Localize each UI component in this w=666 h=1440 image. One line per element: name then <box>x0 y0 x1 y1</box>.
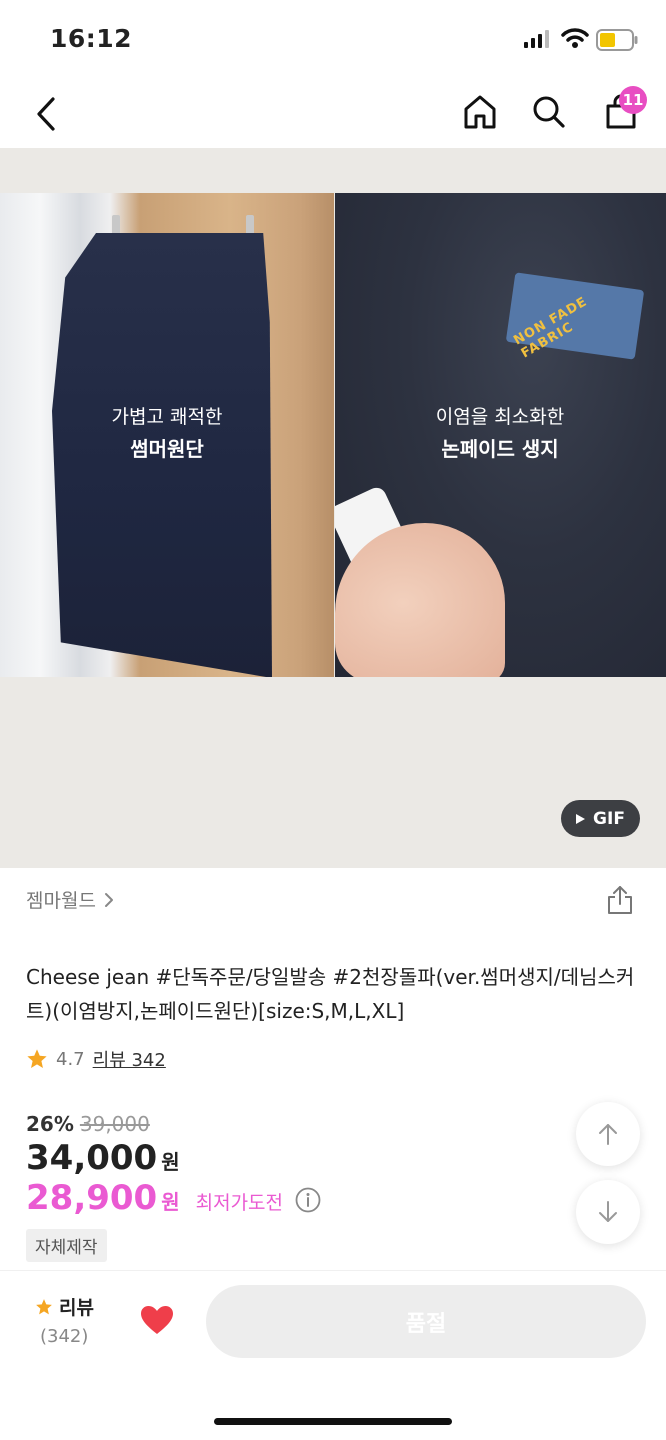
left-caption: 가볍고 쾌적한 썸머원단 <box>52 401 282 465</box>
right-caption-line2: 논페이드 생지 <box>441 437 559 461</box>
arrow-up-icon <box>599 1124 617 1145</box>
top-nav <box>0 78 666 148</box>
own-production-badge: 자체제작 <box>26 1229 107 1262</box>
home-icon <box>464 95 496 129</box>
best-price-value: 28,900 <box>26 1178 158 1218</box>
back-button[interactable] <box>28 94 64 134</box>
fabric-tag-text: NON FADE FABRIC <box>511 294 591 362</box>
soldout-button[interactable]: 품절 <box>206 1285 646 1358</box>
search-icon <box>533 96 565 128</box>
review-link[interactable]: 리뷰 342 <box>93 1046 166 1072</box>
product-photo-left: 가볍고 쾌적한 썸머원단 <box>0 193 334 677</box>
brand-link[interactable]: 젬마월드 <box>26 886 114 913</box>
star-icon <box>27 1049 47 1068</box>
fabric-tag: NON FADE FABRIC <box>505 272 645 362</box>
wishlist-button[interactable] <box>139 1304 175 1340</box>
best-price: 28,900 원 최저가도전 <box>26 1178 321 1218</box>
scroll-down-button[interactable] <box>576 1180 640 1244</box>
sale-price-unit: 원 <box>161 1150 180 1174</box>
home-indicator <box>214 1418 452 1425</box>
left-caption-line2: 썸머원단 <box>130 437 204 461</box>
discount-percent: 26% <box>26 1112 74 1136</box>
play-icon <box>576 813 586 824</box>
original-price: 39,000 <box>79 1112 150 1136</box>
brand-name: 젬마월드 <box>26 890 96 912</box>
right-caption-line1: 이염을 최소화한 <box>435 406 565 428</box>
rating-row: 4.7 리뷰 342 <box>26 1046 166 1072</box>
product-photo-right: NON FADE FABRIC 이염을 최소화한 논페이드 생지 <box>335 193 666 677</box>
left-caption-line1: 가볍고 쾌적한 <box>111 406 223 428</box>
discount-row: 26% 39,000 <box>26 1112 150 1136</box>
arrow-down-icon <box>599 1201 617 1222</box>
search-button[interactable] <box>529 92 569 132</box>
home-button[interactable] <box>460 92 500 132</box>
sale-price: 34,000 원 <box>26 1138 180 1178</box>
bottom-review-label: 리뷰 <box>59 1297 94 1319</box>
share-icon <box>608 886 632 914</box>
cellular-signal-icon <box>524 30 549 48</box>
gif-play-button[interactable]: GIF <box>561 800 640 837</box>
status-bar: 16:12 <box>0 0 666 78</box>
right-caption: 이염을 최소화한 논페이드 생지 <box>375 401 625 465</box>
rating-score: 4.7 <box>56 1048 85 1070</box>
product-title: Cheese jean #단독주문/당일발송 #2천장돌파(ver.썸머생지/데… <box>26 965 635 1023</box>
sale-price-value: 34,000 <box>26 1138 158 1178</box>
bottom-review-count: (342) <box>40 1326 89 1347</box>
heart-icon <box>141 1306 173 1334</box>
star-icon <box>36 1298 52 1314</box>
chevron-right-icon <box>104 892 113 907</box>
info-icon[interactable] <box>295 1187 321 1213</box>
status-time: 16:12 <box>50 24 133 53</box>
share-button[interactable] <box>606 885 634 919</box>
gif-label: GIF <box>593 808 625 829</box>
scroll-up-button[interactable] <box>576 1102 640 1166</box>
cart-count-badge: 11 <box>619 86 647 114</box>
chevron-left-icon <box>37 97 55 131</box>
best-price-unit: 원 <box>161 1190 180 1214</box>
battery-icon <box>596 29 638 51</box>
product-detail-page: 16:12 11 가볍고 쾌적한 썸머원단 NON FADE FABRIC 이염… <box>0 0 666 1440</box>
wifi-icon <box>561 28 589 48</box>
bottom-review-button[interactable]: 리뷰 <box>35 1293 94 1320</box>
best-price-label: 최저가도전 <box>195 1192 284 1214</box>
product-image-carousel[interactable]: 가볍고 쾌적한 썸머원단 NON FADE FABRIC 이염을 최소화한 논페… <box>0 148 666 868</box>
